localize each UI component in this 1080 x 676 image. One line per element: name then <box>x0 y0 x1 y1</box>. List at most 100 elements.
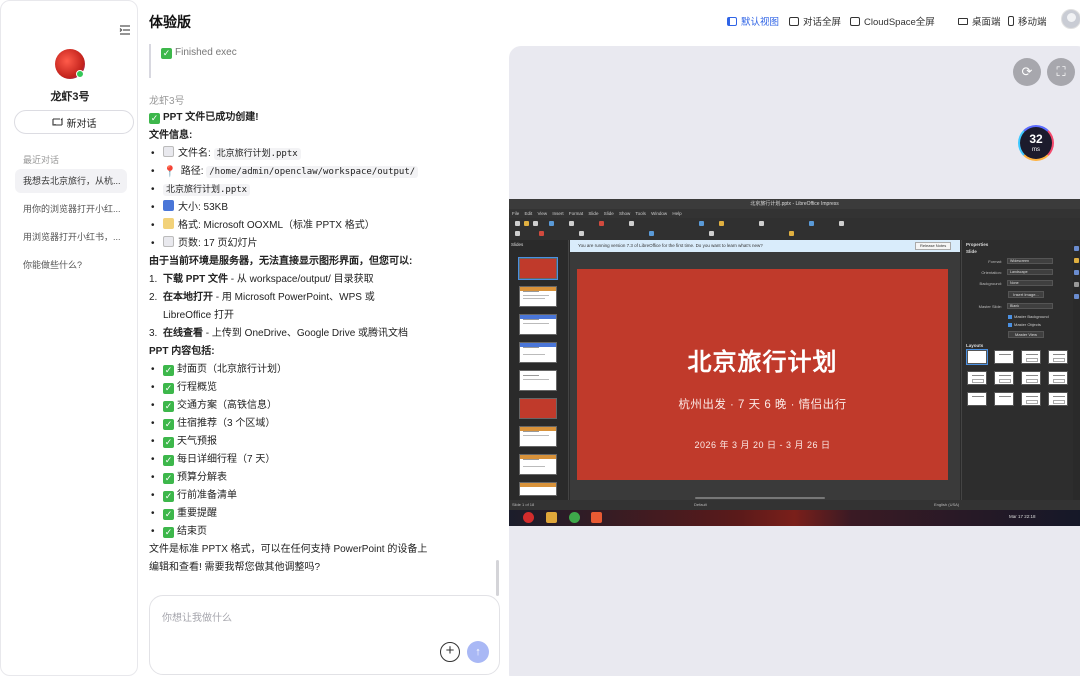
chat-fullscreen-button[interactable]: 对话全屏 <box>789 14 841 28</box>
deck-icon[interactable] <box>1074 294 1079 299</box>
master-slide-select[interactable]: Blank <box>1007 303 1053 309</box>
toolbar-icon[interactable] <box>515 231 520 236</box>
chat-fullscreen-label: 对话全屏 <box>803 17 842 28</box>
slide-thumbnail[interactable] <box>519 314 557 335</box>
master-view-button[interactable]: Master View <box>1008 331 1044 338</box>
slide-thumbnail[interactable] <box>519 454 557 475</box>
remote-desktop-view[interactable]: 北京旅行计划.pptx - LibreOffice Impress File E… <box>509 199 1080 526</box>
closing-line: 编辑和查看! 需要我帮您做其他调整吗? <box>149 562 321 573</box>
layout-option[interactable] <box>1021 371 1041 385</box>
toolbar[interactable] <box>509 218 1080 240</box>
message-input[interactable]: 你想让我做什么 <box>162 609 232 624</box>
conversation-item[interactable]: 用你的浏览器打开小红... <box>15 197 127 221</box>
slide-thumbnail[interactable] <box>519 398 557 419</box>
path-code-cont: 北京旅行计划.pptx <box>163 184 251 196</box>
layout-option[interactable] <box>966 349 988 365</box>
layout-option[interactable] <box>994 350 1014 364</box>
content-item: ✓封面页（北京旅行计划） <box>149 361 499 379</box>
toolbar-icon[interactable] <box>719 221 724 226</box>
default-view-button[interactable]: 默认视图 <box>727 14 779 28</box>
send-button[interactable]: ↑ <box>467 641 489 663</box>
toolbar-icon[interactable] <box>629 221 634 226</box>
conversation-item[interactable]: 你能做些什么? <box>15 253 127 277</box>
toolbar-icon[interactable] <box>699 221 704 226</box>
new-chat-button[interactable]: 新对话 <box>14 110 134 134</box>
slides-pane-label: Slides <box>511 242 524 247</box>
conversation-item[interactable]: 用浏览器打开小红书，... <box>15 225 127 249</box>
fullscreen-button[interactable]: ⛶ <box>1047 58 1075 86</box>
toolbar-icon[interactable] <box>599 221 604 226</box>
toolbar-icon[interactable] <box>539 231 544 236</box>
user-avatar[interactable] <box>1061 9 1080 29</box>
content-item: ✓重要提醒 <box>149 505 499 523</box>
refresh-button[interactable]: ⟳ <box>1013 58 1041 86</box>
menu-bar[interactable]: File Edit View Insert Format Slide Slide… <box>509 209 1080 218</box>
background-select[interactable]: None <box>1007 280 1053 286</box>
cloudspace-icon <box>850 16 860 26</box>
chat-scrollbar[interactable] <box>496 560 499 596</box>
layout-option[interactable] <box>1048 371 1068 385</box>
slide-editor[interactable]: You are running version 7.3 of LibreOffi… <box>570 240 960 500</box>
layout-option[interactable] <box>967 392 987 406</box>
conversation-item[interactable]: 我想去北京旅行，从杭... <box>15 169 127 193</box>
system-clock: Mar 17 22:18 <box>1009 514 1036 519</box>
cloudspace-fullscreen-button[interactable]: CloudSpace全屏 <box>850 14 935 28</box>
message-composer[interactable]: 你想让我做什么 + ↑ <box>149 595 500 675</box>
deck-icon[interactable] <box>1074 282 1079 287</box>
master-objects-checkbox[interactable]: Master Objects <box>1008 322 1041 327</box>
list-item: 页数: 17 页幻灯片 <box>149 235 499 253</box>
browser-icon[interactable] <box>569 512 580 523</box>
mobile-client-link[interactable]: 移动端 <box>1008 14 1047 28</box>
horizontal-scrollbar[interactable] <box>695 497 825 499</box>
toolbar-icon[interactable] <box>549 221 554 226</box>
slide-thumbnail[interactable] <box>519 482 557 496</box>
toolbar-icon[interactable] <box>839 221 844 226</box>
toolbar-icon[interactable] <box>579 231 584 236</box>
toolbar-icon[interactable] <box>515 221 520 226</box>
slide-thumbnail[interactable] <box>519 370 557 391</box>
toolbar-icon[interactable] <box>809 221 814 226</box>
orientation-select[interactable]: Landscape <box>1007 269 1053 275</box>
file-name-code: 北京旅行计划.pptx <box>213 148 301 160</box>
layout-option[interactable] <box>1048 392 1068 406</box>
layout-option[interactable] <box>967 371 987 385</box>
format-select[interactable]: Widescreen <box>1007 258 1053 264</box>
layout-option[interactable] <box>1021 392 1041 406</box>
toolbar-icon[interactable] <box>759 221 764 226</box>
status-slide-count: Slide 1 of 18 <box>512 502 535 507</box>
deck-icon[interactable] <box>1074 270 1079 275</box>
latency-value: 32 <box>1029 132 1043 146</box>
option-bold: 在本地打开 <box>163 292 213 303</box>
toolbar-icon[interactable] <box>789 231 794 236</box>
files-app-icon[interactable] <box>546 512 557 523</box>
master-background-checkbox[interactable]: Master Background <box>1008 314 1049 319</box>
impress-app-icon[interactable] <box>591 512 602 523</box>
list-item: 大小: 53KB <box>149 199 499 217</box>
toolbar-icon[interactable] <box>649 231 654 236</box>
layout-option[interactable] <box>994 392 1014 406</box>
add-attachment-button[interactable]: + <box>440 642 460 662</box>
slide-thumbnail[interactable] <box>519 426 557 447</box>
toolbar-icon[interactable] <box>533 221 538 226</box>
toolbar-icon[interactable] <box>569 221 574 226</box>
start-menu-icon[interactable] <box>523 512 534 523</box>
slide-thumbnail[interactable] <box>519 342 557 363</box>
option-number: 2. <box>149 292 158 303</box>
release-notes-button[interactable]: Release Notes <box>915 242 952 250</box>
deck-icon[interactable] <box>1074 258 1079 263</box>
slide-thumbnail[interactable] <box>519 286 557 307</box>
layout-option[interactable] <box>1048 350 1068 364</box>
layout-option[interactable] <box>994 371 1014 385</box>
insert-image-button[interactable]: Insert Image... <box>1008 291 1044 298</box>
monitor-icon <box>958 17 968 25</box>
collapse-sidebar-icon[interactable] <box>118 23 132 37</box>
toolbar-icon[interactable] <box>709 231 714 236</box>
slide-thumbnail[interactable] <box>518 257 558 280</box>
toolbar-icon[interactable] <box>524 221 529 226</box>
content-item-text: 封面页（北京旅行计划） <box>177 364 287 375</box>
option-bold: 在线查看 <box>163 328 203 339</box>
current-slide[interactable]: 北京旅行计划 杭州出发 · 7 天 6 晚 · 情侣出行 2026 年 3 月 … <box>577 269 948 480</box>
deck-icon[interactable] <box>1074 246 1079 251</box>
layout-option[interactable] <box>1021 350 1041 364</box>
desktop-client-link[interactable]: 桌面端 <box>958 14 1001 28</box>
